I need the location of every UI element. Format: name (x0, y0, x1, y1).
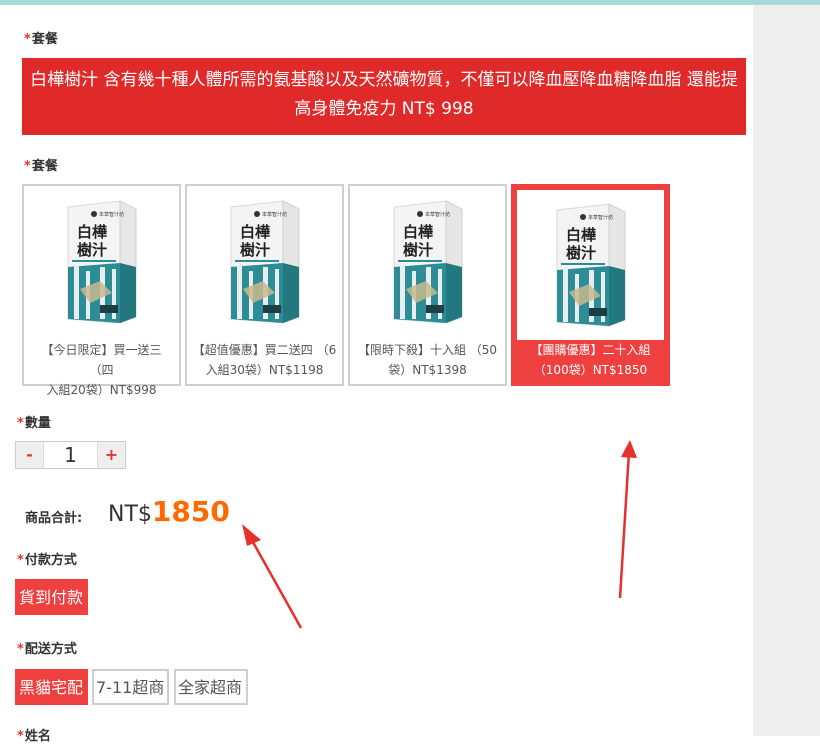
name-label-text: 姓名 (24, 729, 51, 744)
product-box-brand: 本草智汁坊 (425, 211, 450, 218)
product-box-title-line-1: 白樺 (403, 223, 433, 241)
right-side-panel (753, 5, 820, 736)
product-box-illustration: 本草智汁坊白樺樹汁 (230, 200, 299, 324)
subtotal-currency: NT$ (108, 502, 152, 527)
product-box-title-line-2: 樹汁 (566, 244, 596, 262)
package-label-2-text: 套餐 (31, 159, 58, 174)
package-caption: 【限時下殺】十入組 （50 袋）NT$1398 (354, 340, 501, 380)
package-card-4[interactable]: 本草智汁坊白樺 樹汁 【團購優惠】二十入組 （100袋）NT$1850 (511, 184, 670, 386)
product-image: 本草智汁坊白樺 樹汁 (26, 188, 177, 336)
quantity-label-text: 數量 (24, 416, 51, 431)
shipping-option-seven-eleven[interactable]: 7-11超商 (92, 669, 169, 705)
product-box-title-line-1: 白樺 (240, 223, 270, 241)
top-bar (0, 0, 820, 5)
package-card-2[interactable]: 本草智汁坊白樺 樹汁 【超值優惠】買二送四 （6 入組30袋）NT$1198 (185, 184, 344, 386)
payment-label: *付款方式 (17, 549, 77, 568)
quantity-increment-button[interactable]: + (98, 442, 125, 468)
payment-label-text: 付款方式 (24, 553, 77, 568)
package-label: *套餐 (24, 28, 58, 47)
subtotal-amount: 1850 (151, 495, 230, 528)
package-caption-line-2: 入組30袋）NT$1198 (205, 363, 324, 377)
package-card-1[interactable]: 本草智汁坊白樺 樹汁 【今日限定】買一送三 （四 入組20袋）NT$998 (22, 184, 181, 397)
package-caption-line-1: 【超值優惠】買二送四 （6 (192, 343, 337, 357)
package-caption-line-2: 入組20袋）NT$998 (46, 383, 157, 397)
product-box-brand: 本草智汁坊 (262, 211, 287, 218)
subtotal-price: NT$1850 (108, 495, 230, 528)
quantity-input[interactable]: 1 (43, 442, 98, 468)
package-label-2: *套餐 (24, 155, 58, 174)
product-box-title-line-2: 樹汁 (403, 241, 433, 259)
package-caption-line-2: （100袋）NT$1850 (533, 363, 648, 377)
product-box-title-line-1: 白樺 (77, 223, 107, 241)
package-caption: 【超值優惠】買二送四 （6 入組30袋）NT$1198 (191, 340, 338, 380)
required-marker: * (24, 159, 31, 174)
shipping-option-home-delivery[interactable]: 黑貓宅配 (15, 669, 88, 705)
product-box-illustration: 本草智汁坊白樺樹汁 (556, 203, 625, 327)
shipping-option-family-mart[interactable]: 全家超商 (174, 669, 248, 705)
payment-option-cod[interactable]: 貨到付款 (15, 579, 88, 615)
package-caption-line-1: 【團購優惠】二十入組 (530, 343, 651, 357)
package-caption: 【今日限定】買一送三 （四 入組20袋）NT$998 (28, 340, 175, 400)
name-label: *姓名 (17, 725, 51, 744)
required-marker: * (17, 642, 24, 657)
quantity-stepper: - 1 + (15, 441, 126, 469)
product-box-illustration: 本草智汁坊白樺樹汁 (393, 200, 462, 324)
product-image: 本草智汁坊白樺 樹汁 (517, 190, 664, 340)
product-box-brand: 本草智汁坊 (99, 211, 124, 218)
quantity-decrement-button[interactable]: - (16, 442, 43, 468)
product-box-title-line-2: 樹汁 (77, 241, 107, 259)
package-caption-line-1: 【今日限定】買一送三 （四 (41, 343, 162, 377)
arrow-to-selected-package (618, 440, 637, 599)
product-image: 本草智汁坊白樺 樹汁 (352, 188, 503, 336)
banner-line-2: 高身體免疫力 NT$ 998 (294, 99, 474, 119)
product-box-illustration: 本草智汁坊白樺樹汁 (67, 200, 136, 324)
required-marker: * (17, 416, 24, 431)
package-caption-line-2: 袋）NT$1398 (388, 363, 467, 377)
package-caption-line-1: 【限時下殺】十入組 （50 (357, 343, 498, 357)
shipping-label: *配送方式 (17, 638, 77, 657)
package-label-text: 套餐 (31, 32, 58, 47)
package-card-3[interactable]: 本草智汁坊白樺 樹汁 【限時下殺】十入組 （50 袋）NT$1398 (348, 184, 507, 386)
required-marker: * (17, 729, 24, 744)
package-caption: 【團購優惠】二十入組 （100袋）NT$1850 (517, 340, 664, 380)
product-box-title-line-1: 白樺 (566, 226, 596, 244)
required-marker: * (17, 553, 24, 568)
promo-banner: 白樺樹汁 含有幾十種人體所需的氨基酸以及天然礦物質，不僅可以降血壓降血糖降血脂 … (22, 58, 746, 135)
banner-line-1: 白樺樹汁 含有幾十種人體所需的氨基酸以及天然礦物質，不僅可以降血壓降血糖降血脂 … (30, 70, 738, 90)
product-image: 本草智汁坊白樺 樹汁 (189, 188, 340, 336)
arrow-to-subtotal (242, 524, 303, 629)
subtotal-label: 商品合計: (25, 511, 83, 526)
product-box-brand: 本草智汁坊 (588, 214, 613, 221)
shipping-label-text: 配送方式 (24, 642, 77, 657)
quantity-label: *數量 (17, 412, 51, 431)
product-box-title-line-2: 樹汁 (240, 241, 270, 259)
required-marker: * (24, 32, 31, 47)
